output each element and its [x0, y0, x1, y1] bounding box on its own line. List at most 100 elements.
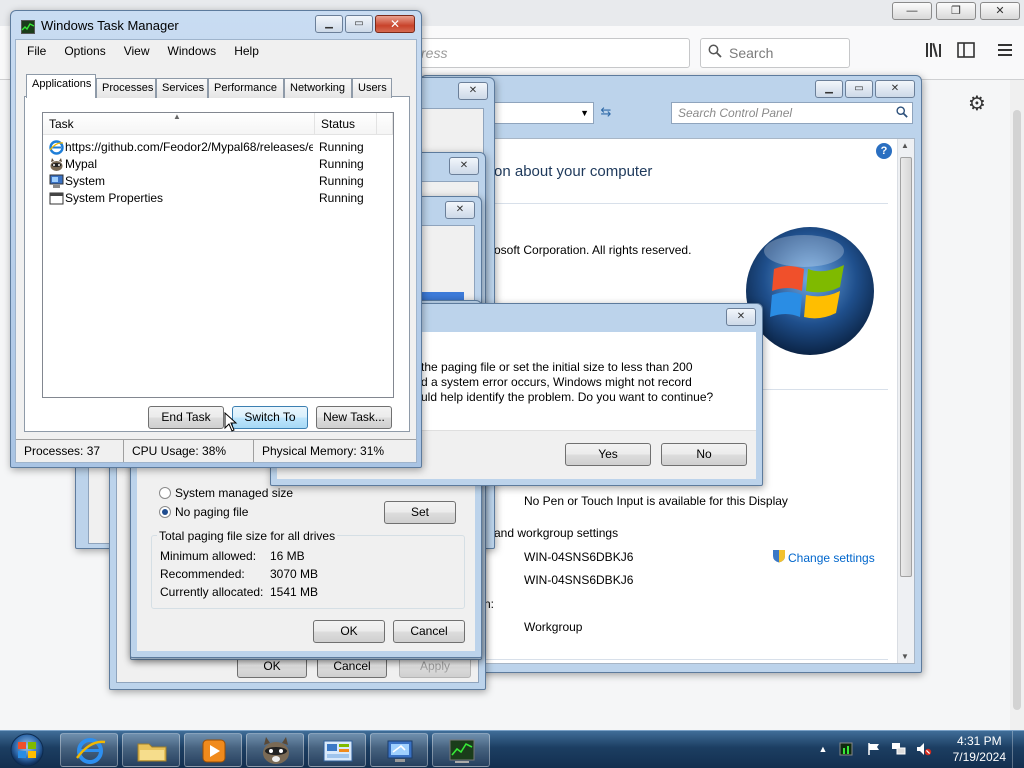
window-icon	[49, 191, 64, 206]
column-header-status[interactable]: Status	[315, 113, 377, 135]
volume-muted-icon[interactable]	[916, 742, 932, 756]
taskbar-system-properties-icon[interactable]	[370, 733, 428, 767]
warning-line-3: uld help identify the problem. Do you wa…	[421, 390, 714, 404]
set-button[interactable]: Set	[384, 501, 456, 524]
virtual-memory-cancel-button[interactable]: Cancel	[393, 620, 465, 643]
list-item[interactable]: Mypal Running	[43, 156, 393, 173]
end-task-button[interactable]: End Task	[148, 406, 224, 429]
search-icon	[896, 104, 908, 124]
system-managed-radio[interactable]	[159, 487, 171, 499]
tab-services[interactable]: Services	[156, 78, 208, 98]
maximize-button[interactable]: ▭	[845, 80, 873, 98]
list-item[interactable]: https://github.com/Feodor2/Mypal68/relea…	[43, 139, 393, 156]
close-button[interactable]: ✕	[875, 80, 915, 98]
applications-list[interactable]: Task ▲ Status https://github.com/Feodor2…	[42, 112, 394, 398]
close-button[interactable]: ✕	[445, 201, 475, 219]
taskbar-mypal-icon[interactable]	[246, 733, 304, 767]
system-icon	[49, 174, 64, 189]
task-status: Running	[319, 191, 364, 205]
control-panel-scroll-thumb[interactable]	[900, 157, 912, 577]
control-panel-scrollbar[interactable]: ▲ ▼	[897, 139, 914, 663]
warning-line-2: d a system error occurs, Windows might n…	[421, 375, 692, 389]
column-header-task-label: Task	[49, 117, 74, 131]
no-button[interactable]: No	[661, 443, 747, 466]
switch-to-button[interactable]: Switch To	[232, 406, 308, 429]
browser-minimize-button[interactable]: —	[892, 2, 932, 20]
workgroup-value: Workgroup	[524, 620, 583, 634]
close-button[interactable]: ✕	[449, 157, 479, 175]
tab-users[interactable]: Users	[352, 78, 392, 98]
change-settings-link[interactable]: Change settings	[788, 551, 875, 565]
minimize-button[interactable]: ▁	[315, 15, 343, 33]
address-bar[interactable]: ress	[410, 38, 690, 68]
divider	[428, 203, 888, 204]
gear-icon[interactable]: ⚙	[965, 92, 989, 116]
maximize-button[interactable]: ▭	[345, 15, 373, 33]
warning-dialog-buttons: ✕	[726, 308, 756, 326]
raccoon-icon	[49, 157, 64, 172]
copyright-text: osoft Corporation. All rights reserved.	[494, 243, 692, 257]
scroll-down-icon[interactable]: ▼	[901, 652, 909, 661]
tab-processes[interactable]: Processes	[96, 78, 156, 98]
warning-line-1: the paging file or set the initial size …	[421, 360, 693, 374]
task-status: Running	[319, 157, 364, 171]
menu-windows[interactable]: Windows	[159, 42, 226, 60]
control-panel-search-placeholder: Search Control Panel	[678, 106, 793, 120]
task-name: System Properties	[65, 191, 164, 205]
scroll-up-icon[interactable]: ▲	[901, 141, 909, 150]
recommended-label: Recommended:	[160, 567, 245, 581]
help-icon[interactable]: ?	[876, 143, 892, 159]
column-header-task[interactable]: Task ▲	[43, 112, 315, 135]
taskbar-explorer-icon[interactable]	[122, 733, 180, 767]
yes-button[interactable]: Yes	[565, 443, 651, 466]
taskbar-ie-icon[interactable]	[60, 733, 118, 767]
close-button[interactable]: ✕	[458, 82, 488, 100]
browser-scroll-thumb[interactable]	[1013, 110, 1021, 710]
browser-close-button[interactable]: ✕	[980, 2, 1020, 20]
taskbar-media-player-icon[interactable]	[184, 733, 242, 767]
menu-view[interactable]: View	[115, 42, 159, 60]
browser-maximize-button[interactable]: ❐	[936, 2, 976, 20]
minimize-button[interactable]: ▁	[815, 80, 843, 98]
ie-icon	[49, 140, 64, 155]
start-button[interactable]	[2, 732, 52, 768]
clock[interactable]: 4:31 PM 7/19/2024	[953, 733, 1006, 765]
menu-file[interactable]: File	[18, 42, 55, 60]
menu-icon[interactable]	[993, 42, 1017, 64]
tray-task-manager-icon[interactable]	[839, 742, 853, 756]
browser-search-box[interactable]: Search	[700, 38, 850, 68]
show-hidden-icons-icon[interactable]: ▲	[816, 742, 830, 756]
menu-options[interactable]: Options	[55, 42, 114, 60]
network-icon[interactable]	[891, 742, 906, 756]
show-desktop-button[interactable]	[1012, 731, 1024, 768]
refresh-icon[interactable]: ⇆	[597, 104, 615, 122]
close-button[interactable]: ✕	[375, 15, 415, 33]
new-task-button[interactable]: New Task...	[316, 406, 392, 429]
task-manager-body: File Options View Windows Help Applicati…	[15, 39, 417, 463]
no-paging-radio[interactable]	[159, 506, 171, 518]
library-icon[interactable]	[922, 42, 946, 64]
task-name: Mypal	[65, 157, 98, 171]
control-panel-search[interactable]: Search Control Panel	[671, 102, 913, 124]
task-name: https://github.com/Feodor2/Mypal68/relea…	[65, 140, 313, 154]
browser-scrollbar[interactable]	[1010, 80, 1024, 730]
close-button[interactable]: ✕	[726, 308, 756, 326]
chevron-down-icon[interactable]: ▼	[580, 103, 589, 123]
performance-options-window-buttons: ✕	[445, 201, 475, 219]
tab-performance[interactable]: Performance	[208, 78, 284, 98]
menu-help[interactable]: Help	[225, 42, 268, 60]
tab-networking[interactable]: Networking	[284, 78, 352, 98]
sidebar-icon[interactable]	[954, 42, 978, 64]
action-center-flag-icon[interactable]	[867, 742, 881, 756]
column-header-filler	[377, 113, 393, 135]
taskbar-task-manager-icon[interactable]	[432, 733, 490, 767]
window-title: Windows Task Manager	[41, 18, 179, 33]
control-panel-window-buttons: ▁ ▭ ✕	[815, 80, 915, 98]
tab-applications[interactable]: Applications	[26, 74, 96, 98]
minimum-allowed-value: 16 MB	[270, 549, 305, 563]
list-item[interactable]: System Running	[43, 173, 393, 190]
virtual-memory-ok-button[interactable]: OK	[313, 620, 385, 643]
mouse-cursor-icon	[224, 411, 238, 432]
taskbar-control-panel-icon[interactable]	[308, 733, 366, 767]
list-item[interactable]: System Properties Running	[43, 190, 393, 207]
